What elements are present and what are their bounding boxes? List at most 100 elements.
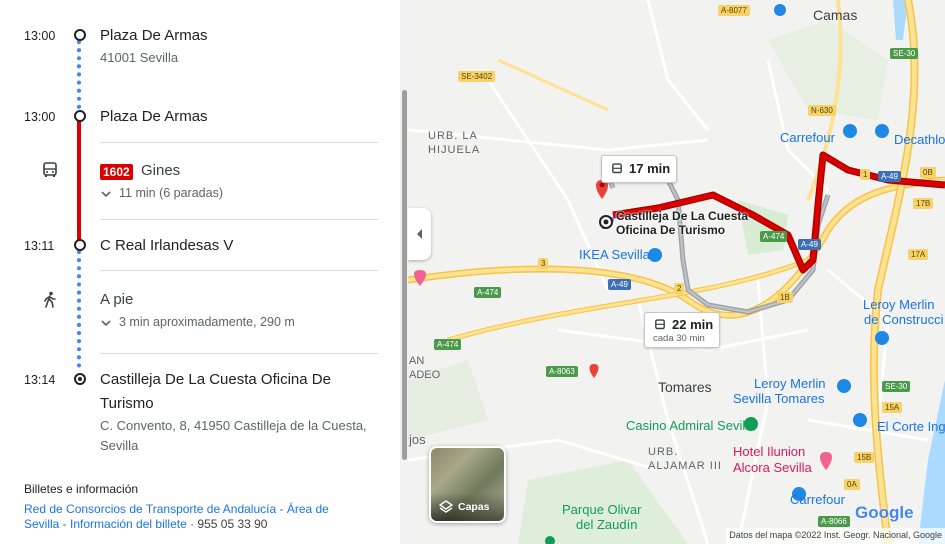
place-label[interactable]: Leroy Merlin bbox=[863, 297, 935, 312]
place-label[interactable]: del Zaudín bbox=[576, 517, 637, 532]
map-view[interactable]: 17 min 22 min cada 30 min Castilleja De … bbox=[408, 0, 945, 544]
stop3-name[interactable]: C Real Irlandesas V bbox=[100, 237, 233, 254]
bus-destination: Gines bbox=[141, 162, 181, 179]
road-shield: A-474 bbox=[760, 231, 788, 242]
bus-line-badge: 1602 bbox=[100, 164, 133, 180]
road-shield: A-8063 bbox=[546, 366, 578, 377]
destination-name-line2[interactable]: Turismo bbox=[100, 395, 154, 412]
ticket-info-link-line1[interactable]: Red de Consorcios de Transporte de Andal… bbox=[24, 502, 329, 516]
bus-icon bbox=[43, 162, 57, 177]
destination-map-label[interactable]: Castilleja De La Cuesta Oficina De Turis… bbox=[616, 209, 748, 237]
destination-name-line1[interactable]: Castilleja De La Cuesta Oficina De bbox=[100, 371, 331, 388]
bus-icon bbox=[655, 319, 665, 330]
stop1-address: 41001 Sevilla bbox=[100, 50, 179, 65]
chevron-down-icon bbox=[101, 191, 111, 198]
road-shield: N-630 bbox=[808, 105, 836, 116]
divider bbox=[100, 353, 378, 354]
stop3-time: 13:11 bbox=[24, 239, 55, 253]
road-shield: 15B bbox=[854, 452, 875, 463]
road-shield: 17A bbox=[908, 249, 929, 260]
bus-details-toggle[interactable]: 11 min (6 paradas) bbox=[100, 186, 300, 202]
place-label: Camas bbox=[813, 7, 858, 23]
road-shield: A-8077 bbox=[718, 5, 750, 16]
place-label[interactable]: de Construcci bbox=[864, 312, 943, 327]
road-shield: 1 bbox=[860, 169, 871, 180]
place-label[interactable]: Sevilla Tomares bbox=[733, 391, 825, 406]
place-label: URB. bbox=[648, 446, 679, 458]
timeline bbox=[77, 40, 81, 374]
ticket-phone: · 955 05 33 90 bbox=[186, 517, 268, 531]
scrollbar-thumb[interactable] bbox=[402, 90, 407, 460]
road-shield: 1B bbox=[777, 292, 793, 303]
map-attribution[interactable]: Datos del mapa ©2022 Inst. Geogr. Nacion… bbox=[726, 528, 945, 544]
stop3-marker bbox=[74, 239, 86, 251]
place-label[interactable]: Carrefour bbox=[780, 130, 835, 145]
road-shield: A-474 bbox=[434, 339, 462, 350]
place-label: ADEO bbox=[409, 369, 441, 381]
layers-icon bbox=[439, 500, 453, 513]
road-shield: 3 bbox=[538, 258, 549, 269]
collapse-panel-button[interactable] bbox=[408, 208, 431, 260]
place-label: ALJAMAR III bbox=[648, 460, 722, 472]
walk-duration: 3 min aproximadamente, 290 m bbox=[119, 315, 295, 329]
place-label[interactable]: Leroy Merlin bbox=[754, 376, 826, 391]
destination-address-line1: C. Convento, 8, 41950 Castilleja de la C… bbox=[100, 418, 367, 433]
divider bbox=[100, 270, 378, 271]
road-shield: A-474 bbox=[474, 287, 502, 298]
ticket-info-link-line2[interactable]: Sevilla - Información del billete bbox=[24, 517, 187, 531]
place-label: Tomares bbox=[658, 379, 712, 395]
road-shield: A-49 bbox=[878, 171, 901, 182]
place-label[interactable]: Decathlo bbox=[894, 132, 945, 147]
place-label: HIJUELA bbox=[428, 144, 481, 156]
destination-time: 13:14 bbox=[24, 373, 56, 387]
place-label[interactable]: Hotel Ilunion bbox=[733, 444, 805, 459]
route-time-box-primary[interactable]: 17 min bbox=[601, 155, 677, 183]
road-shield: 0A bbox=[844, 479, 860, 490]
divider bbox=[100, 219, 378, 220]
chevron-left-icon bbox=[417, 229, 422, 239]
walk-icon bbox=[44, 291, 56, 308]
road-shield: 0B bbox=[920, 167, 936, 178]
stop1-name[interactable]: Plaza De Armas bbox=[100, 27, 208, 44]
route-frequency: cada 30 min bbox=[653, 333, 705, 344]
layers-label: Capas bbox=[458, 501, 490, 513]
bus-duration: 11 min (6 paradas) bbox=[119, 186, 223, 200]
road-shield: 17B bbox=[913, 198, 934, 209]
place-label: AN bbox=[409, 355, 425, 367]
route-time-alternate: 22 min bbox=[672, 317, 714, 332]
layers-button[interactable]: Capas bbox=[429, 446, 506, 523]
google-logo: Google bbox=[855, 503, 914, 522]
place-label[interactable]: Alcora Sevilla bbox=[733, 460, 812, 475]
road-shield: A-49 bbox=[798, 239, 821, 250]
walk-label: A pie bbox=[100, 291, 134, 308]
place-label: jos bbox=[409, 432, 426, 447]
road-shield: SE-30 bbox=[882, 381, 911, 392]
directions-panel: 13:00 Plaza De Armas 41001 Sevilla 13:00… bbox=[0, 0, 400, 544]
place-label[interactable]: Carrefour bbox=[790, 492, 845, 507]
road-shield: 2 bbox=[674, 283, 685, 294]
road-shield: A-8066 bbox=[818, 516, 850, 527]
tickets-heading: Billetes e información bbox=[24, 482, 139, 496]
road-shield: 15A bbox=[882, 402, 903, 413]
place-label[interactable]: Parque Olivar bbox=[562, 502, 641, 517]
divider bbox=[100, 142, 378, 143]
stop2-time: 13:00 bbox=[24, 110, 56, 124]
stop1-marker bbox=[74, 29, 86, 41]
road-shield: A-49 bbox=[608, 279, 631, 290]
place-label: URB. LA bbox=[428, 130, 478, 142]
destination-address-line2: Sevilla bbox=[100, 438, 139, 453]
chevron-down-icon bbox=[101, 320, 111, 327]
place-label[interactable]: IKEA Sevilla bbox=[579, 247, 650, 262]
route-time-primary: 17 min bbox=[629, 161, 671, 176]
destination-marker bbox=[74, 373, 86, 385]
stop2-name[interactable]: Plaza De Armas bbox=[100, 108, 208, 125]
stop2-marker bbox=[74, 110, 86, 122]
stop1-time: 13:00 bbox=[24, 29, 56, 43]
route-time-box-alternate[interactable]: 22 min cada 30 min bbox=[644, 312, 720, 348]
road-shield: SE-3402 bbox=[458, 71, 496, 82]
place-label[interactable]: El Corte Ing bbox=[877, 419, 945, 434]
bus-icon bbox=[612, 163, 622, 174]
place-label[interactable]: Casino Admiral Sevilla bbox=[626, 418, 755, 433]
road-shield: SE-30 bbox=[890, 48, 919, 59]
walk-details-toggle[interactable]: 3 min aproximadamente, 290 m bbox=[100, 315, 320, 331]
